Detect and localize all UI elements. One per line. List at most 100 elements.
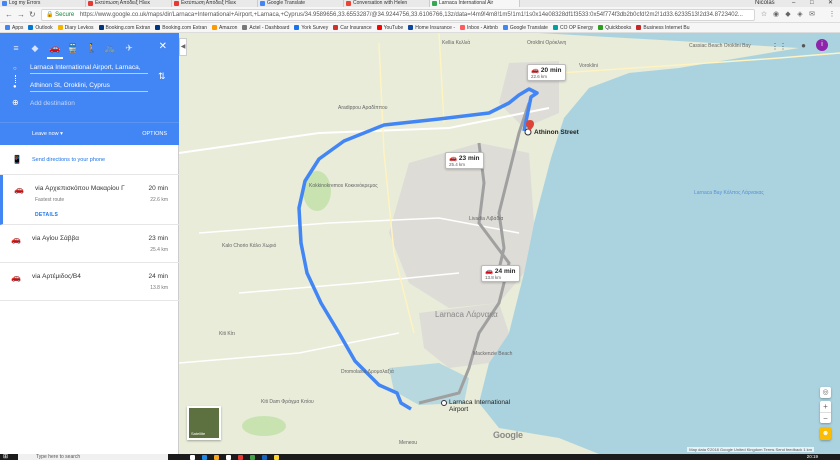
bookmark-item[interactable]: Quickbooks — [598, 23, 631, 32]
map-label: Livadia Λιβάδια — [469, 216, 504, 222]
map-label: Cassiac Beach Oroklini Bay — [689, 43, 751, 49]
transit-icon[interactable]: 🚆 — [67, 42, 79, 54]
bookmark-favicon-icon — [5, 25, 10, 30]
route-badge[interactable]: 🚗 20 min 22.6 km — [527, 64, 566, 81]
app-icon[interactable] — [262, 455, 267, 460]
driving-icon[interactable]: 🚗 — [47, 42, 63, 59]
tab-strip: Log my Errors Εκτύπωση Απόδειξ Ηλεκ Εκτύ… — [0, 0, 840, 7]
browser-tab-active[interactable]: Larnaca International Air — [430, 0, 520, 7]
clock: 20:19 — [806, 454, 818, 459]
window-user: Nicolas — [755, 0, 775, 6]
browser-tab[interactable]: Εκτύπωση Απόδειξ Ηλεκ — [172, 0, 258, 7]
route-distance: 22.6 km — [150, 197, 168, 203]
map-canvas[interactable]: Kellia Κελλιά Oroklini Ορόκλινη Aradippo… — [179, 33, 840, 454]
extension-icon[interactable]: ◆ — [784, 11, 792, 19]
pegman-icon[interactable]: ☻ — [820, 427, 831, 440]
extension-icon[interactable]: ◈ — [796, 11, 804, 19]
route-badge[interactable]: 🚗 24 min 13.8 km — [481, 265, 520, 282]
map-label: Kiti Dam Φράγμα Κιτίου — [261, 399, 314, 405]
route-option[interactable]: 🚗 via Αγίου Σάββα 23 min 25.4 km — [0, 225, 179, 263]
menu-icon[interactable]: ≡ — [10, 42, 22, 54]
bookmark-favicon-icon — [376, 25, 382, 30]
origin-input[interactable]: Larnaca International Airport, Larnaca, — [30, 61, 148, 74]
extension-icon[interactable]: ✉ — [808, 11, 816, 19]
back-icon[interactable]: ← — [5, 10, 13, 19]
app-icon[interactable] — [250, 455, 255, 460]
map-label: Dromolaxia Δρομολαξιά — [341, 369, 394, 375]
maximize-icon[interactable]: □ — [810, 0, 814, 7]
bookmark-item[interactable]: Google Translate — [502, 23, 548, 32]
extension-icon[interactable]: ◉ — [772, 11, 780, 19]
taskbar-search[interactable]: Type here to search — [18, 454, 168, 460]
map-label: Kellia Κελλιά — [442, 40, 471, 46]
origin-marker — [441, 400, 447, 406]
bookmark-item[interactable]: Booking.com Extran — [155, 23, 207, 32]
reload-icon[interactable]: ↻ — [29, 10, 36, 19]
bookmark-item[interactable]: Amazon — [212, 23, 237, 32]
browser-tab[interactable]: Google Translate — [258, 0, 344, 7]
notifications-icon[interactable]: ● — [801, 41, 806, 50]
bookmark-item[interactable]: CO OP Energy — [552, 23, 593, 32]
apps-grid-icon[interactable]: ⋮⋮ — [771, 42, 787, 51]
bookmark-item[interactable]: Booking.com Extran — [98, 23, 150, 32]
browser-tab[interactable]: Conversation with Helen — [344, 0, 430, 7]
avatar[interactable]: i — [816, 39, 828, 51]
my-location-icon[interactable]: ◎ — [820, 387, 831, 398]
zoom-out-button[interactable]: − — [820, 412, 831, 423]
chrome-icon[interactable] — [274, 455, 279, 460]
minimize-icon[interactable]: – — [792, 0, 795, 7]
options-button[interactable]: OPTIONS — [142, 123, 167, 146]
bookmark-item[interactable]: Inbox - Airbnb — [460, 23, 498, 32]
bookmark-favicon-icon — [460, 25, 466, 30]
tab-favicon-icon — [346, 1, 351, 6]
walking-icon[interactable]: 🚶 — [86, 42, 98, 54]
store-icon[interactable] — [226, 455, 231, 460]
details-button[interactable]: DETAILS — [35, 212, 58, 218]
url-field[interactable]: 🔒 Secure https://www.google.co.uk/maps/d… — [41, 9, 755, 21]
close-directions-icon[interactable]: ✕ — [159, 42, 167, 52]
collapse-panel-button[interactable]: ◀ — [179, 38, 187, 56]
app-icon[interactable] — [238, 455, 243, 460]
flight-icon[interactable]: ✈ — [123, 42, 135, 54]
explorer-icon[interactable] — [214, 455, 219, 460]
bookmark-item[interactable]: Car Insurance — [333, 23, 372, 32]
map-attribution: Map data ©2018 Google United Kingdom Ter… — [687, 447, 814, 452]
bookmark-item[interactable]: Actel - Dashboard — [242, 23, 289, 32]
bookmark-item[interactable]: Business Internet Bu — [636, 23, 690, 32]
bookmark-item[interactable]: Home Insurance - — [408, 23, 455, 32]
route-badge[interactable]: 🚗 23 min 25.4 km — [445, 152, 484, 169]
add-destination-input[interactable]: Add destination — [30, 97, 148, 110]
menu-icon[interactable]: ⋮ — [828, 11, 836, 19]
forward-icon[interactable]: → — [17, 10, 25, 19]
swap-icon[interactable]: ⇅ — [158, 71, 166, 82]
bookmark-item[interactable]: York Survey — [294, 23, 328, 32]
task-view-icon[interactable] — [190, 455, 195, 460]
bookmark-item[interactable]: YouTube — [376, 23, 403, 32]
bookmark-favicon-icon — [408, 25, 414, 30]
bookmark-item[interactable]: Outlook — [28, 23, 53, 32]
bookmark-item[interactable]: Diary Levkos — [57, 23, 94, 32]
map-graphics — [179, 33, 840, 454]
satellite-toggle[interactable]: Satellite — [187, 406, 221, 440]
city-label: Larnaca Λάρνακα — [435, 310, 498, 319]
zoom-in-button[interactable]: + — [820, 401, 831, 412]
destination-input[interactable]: Athinon St, Oroklini, Cyprus — [30, 79, 148, 92]
route-option[interactable]: 🚗 via Αρτέμιδος/B4 24 min 13.8 km — [0, 263, 179, 301]
route-option[interactable]: 🚗 via Αρχιεπισκόπου Μακαρίου Γ 20 min Fa… — [0, 175, 179, 225]
send-directions-link[interactable]: 📱 Send directions to your phone — [0, 145, 179, 175]
leave-now-dropdown[interactable]: Leave now ▾ — [32, 123, 63, 146]
bookmark-item[interactable]: Apps — [5, 23, 23, 32]
tab-favicon-icon — [260, 1, 265, 6]
windows-start-icon[interactable]: ⊞ — [3, 454, 8, 460]
best-route-icon[interactable]: ◆ — [29, 42, 41, 54]
browser-tab[interactable]: Log my Errors — [0, 0, 86, 7]
tab-favicon-icon — [88, 1, 93, 6]
phone-icon: 📱 — [12, 155, 22, 164]
star-icon[interactable]: ☆ — [760, 11, 768, 19]
bookmarks-bar: Apps Outlook Diary Levkos Booking.com Extra… — [0, 23, 840, 33]
close-window-icon[interactable]: ✕ — [828, 0, 833, 7]
destination-pin-icon: ● — [13, 84, 17, 90]
edge-icon[interactable] — [202, 455, 207, 460]
cycling-icon[interactable]: 🚲 — [104, 42, 116, 54]
browser-tab[interactable]: Εκτύπωση Απόδειξ Ηλεκ — [86, 0, 172, 7]
